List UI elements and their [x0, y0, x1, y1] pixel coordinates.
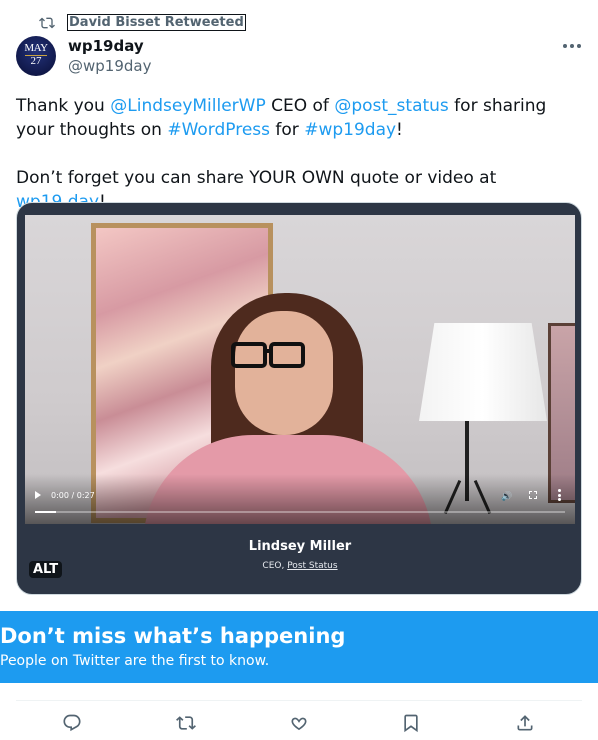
more-dot: [570, 44, 574, 48]
share-icon[interactable]: [513, 711, 537, 735]
mention-link[interactable]: @LindseyMillerWP: [110, 96, 265, 116]
author-name[interactable]: wp19day: [68, 37, 144, 55]
hashtag-link[interactable]: #WordPress: [167, 120, 270, 140]
retweet-icon: [39, 17, 55, 28]
tweet-actions: [0, 711, 598, 737]
glasses-bridge: [265, 349, 271, 353]
tweet-text: Thank you @LindseyMillerWP CEO of @post_…: [16, 94, 576, 214]
glasses-icon: [231, 342, 267, 368]
lamp-shade: [419, 323, 547, 421]
text-segment: !: [396, 120, 403, 140]
text-segment: CEO of: [265, 96, 335, 116]
signup-banner[interactable]: Don’t miss what’s happening People on Tw…: [0, 611, 598, 683]
hashtag-link[interactable]: #wp19day: [304, 120, 396, 140]
like-icon[interactable]: [287, 711, 311, 735]
speaker-org: Post Status: [287, 561, 338, 571]
banner-subtitle: People on Twitter are the first to know.: [0, 653, 270, 669]
avatar-day: 27: [30, 55, 42, 67]
retweet-icon[interactable]: [174, 711, 198, 735]
video-progress-bar[interactable]: [35, 511, 565, 513]
play-icon[interactable]: [35, 491, 41, 499]
speaker-role: CEO, Post Status: [17, 561, 581, 571]
speaker-name: Lindsey Miller: [248, 539, 352, 554]
avatar-month: MAY: [24, 42, 48, 54]
text-segment: for: [270, 120, 305, 140]
alt-button[interactable]: ALT: [29, 561, 63, 578]
video-time: 0:00 / 0:27: [51, 491, 95, 500]
mention-link[interactable]: @post_status: [334, 96, 448, 116]
media-card[interactable]: 0:00 / 0:27 🔊 Lindsey Miller CEO, Post S…: [16, 202, 582, 595]
avatar[interactable]: MAY 27: [16, 36, 56, 76]
tweet-paragraph-1: Thank you @LindseyMillerWP CEO of @post_…: [16, 94, 576, 142]
author-handle[interactable]: @wp19day: [68, 57, 151, 75]
video-player[interactable]: 0:00 / 0:27 🔊: [25, 215, 575, 524]
more-options-icon[interactable]: [558, 34, 586, 58]
text-segment: Thank you: [16, 96, 111, 116]
glasses-icon: [269, 342, 305, 368]
video-controls-overlay: [25, 474, 575, 524]
video-progress-fill: [35, 511, 57, 513]
banner-title: Don’t miss what’s happening: [0, 624, 346, 648]
menu-dot: [558, 493, 561, 497]
volume-icon[interactable]: 🔊: [501, 491, 512, 501]
speaker-title: CEO,: [262, 561, 288, 571]
bookmark-icon[interactable]: [399, 711, 423, 735]
more-dot: [577, 44, 581, 48]
reply-icon[interactable]: [60, 711, 84, 735]
retweet-context: David Bisset Retweeted: [39, 14, 246, 31]
fullscreen-icon[interactable]: [529, 491, 537, 499]
menu-dot: [558, 498, 561, 501]
menu-dot: [558, 489, 561, 492]
divider: [16, 700, 582, 701]
retweeted-by-link[interactable]: David Bisset Retweeted: [67, 14, 246, 31]
video-menu-icon[interactable]: [558, 489, 561, 501]
text-segment: Don’t forget you can share YOUR OWN quot…: [16, 168, 497, 188]
more-dot: [563, 44, 567, 48]
speaker-face: [235, 311, 333, 435]
